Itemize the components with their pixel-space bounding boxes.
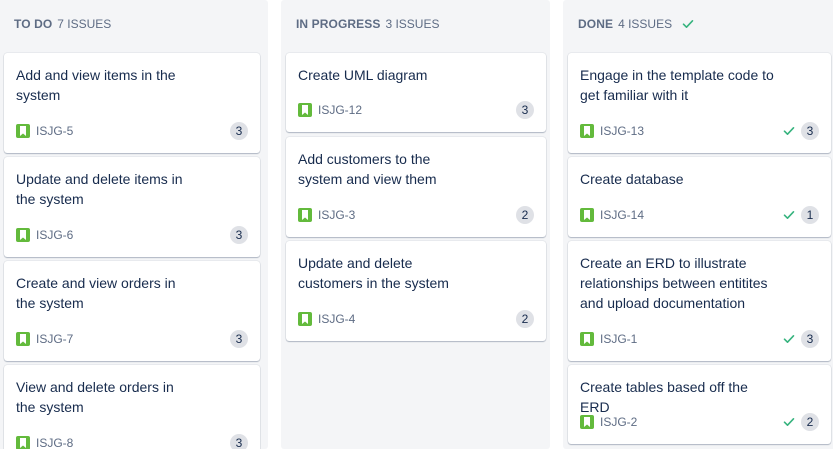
issue-card[interactable]: Update and delete customers in the syste… xyxy=(286,241,546,341)
card-footer: ISJG-7 3 xyxy=(16,329,248,349)
story-points-badge: 2 xyxy=(801,413,819,431)
story-bookmark-icon xyxy=(16,436,30,449)
issue-card[interactable]: Add customers to the system and view the… xyxy=(286,137,546,237)
issue-card[interactable]: Add and view items in the system ISJG-5 … xyxy=(4,53,260,153)
column-in-progress: IN PROGRESS 3 ISSUES Create UML diagram … xyxy=(281,0,550,449)
card-footer: ISJG-8 3 xyxy=(16,433,248,449)
card-footer: ISJG-5 3 xyxy=(16,121,248,141)
card-footer: ISJG-13 3 xyxy=(580,121,819,141)
column-header-done: DONE 4 ISSUES xyxy=(563,15,833,33)
issue-key[interactable]: ISJG-12 xyxy=(318,103,362,117)
column-issue-count: 4 ISSUES xyxy=(618,17,673,31)
card-title: Add customers to the system and view the… xyxy=(298,151,437,187)
issue-card[interactable]: Update and delete items in the system IS… xyxy=(4,157,260,257)
card-footer: ISJG-4 2 xyxy=(298,309,534,329)
card-footer: ISJG-14 1 xyxy=(580,205,819,225)
column-header-in-progress: IN PROGRESS 3 ISSUES xyxy=(281,15,550,33)
story-bookmark-icon xyxy=(298,208,312,222)
column-issue-count: 7 ISSUES xyxy=(57,17,112,31)
checkmark-icon xyxy=(783,417,795,427)
story-points-badge: 3 xyxy=(230,434,248,449)
issue-key[interactable]: ISJG-7 xyxy=(36,332,73,346)
story-bookmark-icon xyxy=(16,228,30,242)
issue-card[interactable]: Create tables based off the ERD ISJG-2 2 xyxy=(568,365,831,444)
checkmark-icon xyxy=(783,210,795,220)
story-points-badge: 2 xyxy=(516,310,534,328)
story-bookmark-icon xyxy=(16,124,30,138)
card-footer: ISJG-6 3 xyxy=(16,225,248,245)
card-title: Create an ERD to illustrate relationship… xyxy=(580,255,768,311)
story-bookmark-icon xyxy=(16,332,30,346)
story-bookmark-icon xyxy=(580,415,594,429)
issue-card[interactable]: Create UML diagram ISJG-12 3 xyxy=(286,53,546,132)
story-points-badge: 3 xyxy=(230,330,248,348)
story-bookmark-icon xyxy=(580,332,594,346)
card-footer: ISJG-12 3 xyxy=(298,100,534,120)
story-points-badge: 3 xyxy=(516,101,534,119)
card-title: Engage in the template code to get famil… xyxy=(580,67,774,103)
story-bookmark-icon xyxy=(580,208,594,222)
story-bookmark-icon xyxy=(298,312,312,326)
issue-card[interactable]: View and delete orders in the system ISJ… xyxy=(4,365,260,449)
issue-key[interactable]: ISJG-13 xyxy=(600,124,644,138)
issue-card[interactable]: Engage in the template code to get famil… xyxy=(568,53,831,153)
issue-card[interactable]: Create database ISJG-14 1 xyxy=(568,157,831,237)
column-issue-count: 3 ISSUES xyxy=(385,17,440,31)
column-todo: TO DO 7 ISSUES Add and view items in the… xyxy=(0,0,268,449)
issue-key[interactable]: ISJG-2 xyxy=(600,415,637,429)
story-bookmark-icon xyxy=(298,103,312,117)
story-points-badge: 3 xyxy=(230,122,248,140)
column-done: DONE 4 ISSUES Engage in the template cod… xyxy=(563,0,833,449)
issue-key[interactable]: ISJG-6 xyxy=(36,228,73,242)
story-points-badge: 3 xyxy=(801,122,819,140)
column-name: TO DO xyxy=(14,17,53,31)
issue-key[interactable]: ISJG-8 xyxy=(36,436,73,449)
story-bookmark-icon xyxy=(580,124,594,138)
card-footer: ISJG-3 2 xyxy=(298,205,534,225)
card-footer: ISJG-2 2 xyxy=(580,412,819,432)
issue-card[interactable]: Create and view orders in the system ISJ… xyxy=(4,261,260,361)
column-name: DONE xyxy=(578,17,614,31)
card-title: Create UML diagram xyxy=(298,67,428,83)
issue-key[interactable]: ISJG-4 xyxy=(318,312,355,326)
checkmark-icon xyxy=(783,334,795,344)
issue-key[interactable]: ISJG-14 xyxy=(600,208,644,222)
issue-key[interactable]: ISJG-3 xyxy=(318,208,355,222)
issue-key[interactable]: ISJG-1 xyxy=(600,332,637,346)
card-title: Update and delete items in the system xyxy=(16,171,183,207)
card-title: Create tables based off the ERD xyxy=(580,379,748,415)
story-points-badge: 2 xyxy=(516,206,534,224)
card-title: Create database xyxy=(580,171,684,187)
card-title: View and delete orders in the system xyxy=(16,379,174,415)
card-title: Add and view items in the system xyxy=(16,67,176,103)
story-points-badge: 3 xyxy=(230,226,248,244)
column-header-todo: TO DO 7 ISSUES xyxy=(0,15,268,33)
card-title: Create and view orders in the system xyxy=(16,275,176,311)
issue-key[interactable]: ISJG-5 xyxy=(36,124,73,138)
issue-card[interactable]: Create an ERD to illustrate relationship… xyxy=(568,241,831,361)
card-title: Update and delete customers in the syste… xyxy=(298,255,449,291)
card-footer: ISJG-1 3 xyxy=(580,329,819,349)
checkmark-icon xyxy=(682,19,694,29)
checkmark-icon xyxy=(783,126,795,136)
story-points-badge: 1 xyxy=(801,206,819,224)
story-points-badge: 3 xyxy=(801,330,819,348)
column-name: IN PROGRESS xyxy=(296,17,381,31)
